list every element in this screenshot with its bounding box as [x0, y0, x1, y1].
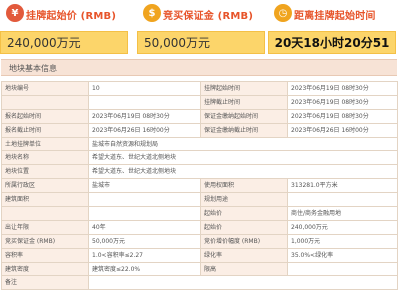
table-row: 容积率 1.0<容积率≤2.27 绿化率 35.0%<绿化率: [1, 247, 398, 263]
building-area-value: [88, 192, 201, 208]
green-ratio-key: 绿化率: [200, 247, 288, 263]
deposit-end-value: 2023年06月26日 16时00分: [287, 122, 398, 138]
parcel-name-value: 希望大道东、世纪大道北侧地块: [88, 150, 398, 166]
deposit-label: 竞买保证金 (RMB): [163, 11, 254, 22]
height-limit-value: [287, 261, 398, 277]
table-row: 备注: [1, 275, 398, 290]
countdown-card: ◷ 距离挂牌起始时间 20天18小时20分51秒: [268, 0, 398, 73]
height-limit-key: 限高: [200, 261, 288, 277]
listing-unit-value: 盐城市自然资源和规划局: [88, 136, 398, 152]
table-row: 地块编号 10 挂牌起始时间 2023年06月19日 08时30分: [1, 81, 398, 96]
price-tag-icon: ¥: [6, 4, 24, 22]
land-use-key: 起始价: [200, 206, 288, 221]
blank-key: [1, 94, 89, 110]
building-density-key: 建筑密度: [1, 261, 89, 277]
table-row: 所属行政区 盐城市 使用权面积 313281.0平方米: [1, 178, 398, 194]
registration-end-value: 2023年06月26日 16时00分: [88, 122, 201, 138]
deposit-value: 50,000万元: [137, 31, 265, 54]
planned-use-key: 规划用途: [200, 192, 288, 208]
countdown-value: 20天18小时20分51秒: [268, 31, 396, 73]
blank-value: [88, 94, 201, 110]
table-row: 建筑密度 建筑密度≤22.0% 限高: [1, 261, 398, 277]
building-density-value: 建筑密度≤22.0%: [88, 261, 201, 277]
registration-start-key: 报名起始时间: [1, 108, 89, 124]
clock-icon: ◷: [274, 4, 292, 22]
start-price-card: ¥ 挂牌起始价 (RMB) 240,000万元: [0, 0, 130, 56]
remarks-key: 备注: [1, 275, 89, 290]
deposit-start-value: 2023年06月19日 08时30分: [287, 108, 398, 124]
planned-use-value: [287, 192, 398, 208]
listing-start-value: 2023年06月19日 08时30分: [287, 81, 398, 96]
table-row: 地块位置 希望大道东、世纪大道北侧地块: [1, 164, 398, 180]
countdown-label: 距离挂牌起始时间: [294, 11, 376, 22]
remarks-value: [88, 275, 398, 290]
start-price-label: 挂牌起始价 (RMB): [26, 11, 117, 22]
section-title: 地块基本信息: [1, 59, 397, 76]
bid-increment-value: 1,000万元: [287, 233, 398, 249]
summary-bar: ¥ 挂牌起始价 (RMB) 240,000万元 $ 竞买保证金 (RMB) 50…: [0, 0, 398, 73]
table-row: 建筑面积 规划用途: [1, 192, 398, 208]
table-row: 报名起始时间 2023年06月19日 08时30分 保证金缴纳起始时间 2023…: [1, 108, 398, 124]
land-area-value: 313281.0平方米: [287, 178, 398, 194]
table-row: 土地挂牌单位 盐城市自然资源和规划局: [1, 136, 398, 152]
land-area-key: 使用权面积: [200, 178, 288, 194]
deposit-card: $ 竞买保证金 (RMB) 50,000万元: [137, 0, 267, 56]
district-value: 盐城市: [88, 178, 201, 194]
building-area-key: 建筑面积: [1, 192, 89, 208]
deposit-header: $ 竞买保证金 (RMB): [137, 4, 267, 26]
deposit-start-key: 保证金缴纳起始时间: [200, 108, 288, 124]
table-row: 出让年限 40年 起始价 240,000万元: [1, 219, 398, 235]
money-bag-icon: $: [143, 4, 161, 22]
plot-ratio-key: 容积率: [1, 247, 89, 263]
table-row: 挂牌截止时间 2023年06月19日 08时30分: [1, 94, 398, 110]
listing-end-key: 挂牌截止时间: [200, 94, 288, 110]
blank-key-2: [1, 206, 89, 221]
table-row: 起始价 商住/商务金融用地: [1, 206, 398, 221]
parcel-location-value: 希望大道东、世纪大道北侧地块: [88, 164, 398, 180]
district-key: 所属行政区: [1, 178, 89, 194]
green-ratio-value: 35.0%<绿化率: [287, 247, 398, 263]
listing-unit-key: 土地挂牌单位: [1, 136, 89, 152]
starting-price-key: 起始价: [200, 219, 288, 235]
start-price-header: ¥ 挂牌起始价 (RMB): [0, 4, 130, 26]
lease-term-value: 40年: [88, 219, 201, 235]
start-price-value: 240,000万元: [0, 31, 128, 54]
land-use-value: 商住/商务金融用地: [287, 206, 398, 221]
parcel-name-key: 地块名称: [1, 150, 89, 166]
table-row: 地块名称 希望大道东、世纪大道北侧地块: [1, 150, 398, 166]
parcel-number-key: 地块编号: [1, 81, 89, 96]
table-row: 竞买保证金 (RMB) 50,000万元 竞价增价幅度 (RMB) 1,000万…: [1, 233, 398, 249]
listing-end-value: 2023年06月19日 08时30分: [287, 94, 398, 110]
blank-value-2: [88, 206, 201, 221]
countdown-header: ◷ 距离挂牌起始时间: [268, 4, 398, 26]
registration-end-key: 报名截止时间: [1, 122, 89, 138]
parcel-info-table: 地块编号 10 挂牌起始时间 2023年06月19日 08时30分 挂牌截止时间…: [1, 81, 398, 290]
parcel-number-value: 10: [88, 81, 201, 96]
parcel-location-key: 地块位置: [1, 164, 89, 180]
listing-start-key: 挂牌起始时间: [200, 81, 288, 96]
registration-start-value: 2023年06月19日 08时30分: [88, 108, 201, 124]
plot-ratio-value: 1.0<容积率≤2.27: [88, 247, 201, 263]
lease-term-key: 出让年限: [1, 219, 89, 235]
bid-deposit-key: 竞买保证金 (RMB): [1, 233, 89, 249]
deposit-end-key: 保证金缴纳截止时间: [200, 122, 288, 138]
bid-increment-key: 竞价增价幅度 (RMB): [200, 233, 288, 249]
table-row: 报名截止时间 2023年06月26日 16时00分 保证金缴纳截止时间 2023…: [1, 122, 398, 138]
bid-deposit-value: 50,000万元: [88, 233, 201, 249]
starting-price-value: 240,000万元: [287, 219, 398, 235]
